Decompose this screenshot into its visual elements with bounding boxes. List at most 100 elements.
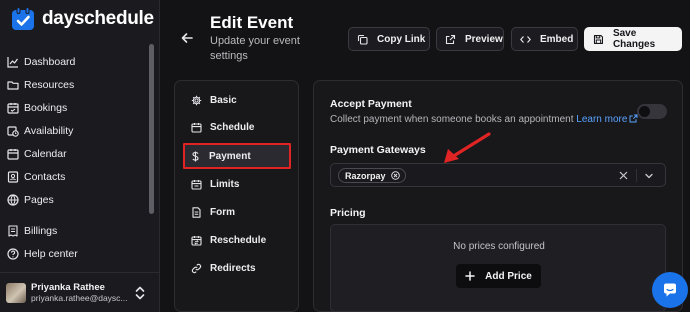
payment-gateways-label: Payment Gateways xyxy=(330,144,426,156)
globe-icon xyxy=(7,193,19,206)
dollar-icon xyxy=(192,151,199,161)
save-icon xyxy=(593,34,604,44)
copy-link-button[interactable]: Copy Link xyxy=(348,27,430,51)
section-tab-payment[interactable]: Payment xyxy=(183,143,291,169)
add-price-label: Add Price xyxy=(485,270,532,282)
accept-payment-title: Accept Payment xyxy=(330,98,412,110)
nav-divider xyxy=(6,211,146,219)
section-tab-schedule[interactable]: Schedule xyxy=(185,117,290,137)
calendar-check-logo-icon xyxy=(12,7,34,30)
user-menu[interactable]: Priyanka Rathee priyanka.rathee@daysc... xyxy=(0,272,159,312)
brand[interactable]: dayschedule xyxy=(10,6,154,32)
sidebar-scrollbar[interactable] xyxy=(149,44,154,214)
toggle-knob xyxy=(639,106,650,117)
sidebar-item-billings[interactable]: Billings xyxy=(6,219,146,242)
arrow-left-icon[interactable] xyxy=(180,31,194,45)
copy-icon xyxy=(357,34,368,45)
sidebar-item-resources[interactable]: Resources xyxy=(6,73,146,96)
learn-more-link[interactable]: Learn more xyxy=(576,114,638,125)
sidebar-item-label: Pages xyxy=(24,193,54,206)
preview-label: Preview xyxy=(465,33,503,45)
sidebar-item-label: Resources xyxy=(24,78,75,91)
section-tab-label: Basic xyxy=(210,94,237,106)
brand-name: dayschedule xyxy=(42,8,154,29)
preview-button[interactable]: Preview xyxy=(436,27,504,51)
embed-label: Embed xyxy=(540,33,574,45)
calendar-refresh-icon xyxy=(191,235,202,246)
section-tab-label: Form xyxy=(210,206,235,218)
clear-icon[interactable] xyxy=(619,171,628,180)
copy-link-label: Copy Link xyxy=(377,33,426,45)
section-tab-basic[interactable]: Basic xyxy=(185,90,290,110)
chat-launcher-button[interactable] xyxy=(652,272,688,308)
no-prices-text: No prices configured xyxy=(453,241,545,252)
pricing-box: No prices configured Add Price xyxy=(330,224,666,312)
link-icon xyxy=(191,263,202,273)
section-tab-limits[interactable]: Limits xyxy=(185,174,290,194)
payment-gateways-select[interactable]: Razorpay xyxy=(330,163,666,187)
calendar-icon xyxy=(7,148,19,160)
section-tab-reschedule[interactable]: Reschedule xyxy=(185,230,290,250)
sidebar-item-label: Availability xyxy=(24,124,74,137)
section-tab-label: Redirects xyxy=(210,262,256,274)
remove-chip-icon[interactable] xyxy=(390,171,400,180)
sidebar-item-availability[interactable]: Availability xyxy=(6,119,146,142)
pricing-label: Pricing xyxy=(330,207,366,219)
help-circle-icon xyxy=(7,247,19,260)
form-icon xyxy=(192,206,201,218)
sidebar-item-label: Contacts xyxy=(24,170,66,183)
chevron-up-down-icon[interactable] xyxy=(133,285,147,301)
calendar-limit-icon xyxy=(191,179,202,190)
calendar-icon xyxy=(191,122,202,133)
plus-icon xyxy=(465,271,475,281)
sidebar: dayschedule Dashboard Resources Bookings… xyxy=(0,0,160,312)
sidebar-item-bookings[interactable]: Bookings xyxy=(6,96,146,119)
sidebar-item-calendar[interactable]: Calendar xyxy=(6,142,146,165)
chevron-down-icon[interactable] xyxy=(644,171,654,181)
sidebar-item-label: Bookings xyxy=(24,101,68,114)
folder-icon xyxy=(7,80,19,90)
sidebar-item-label: Help center xyxy=(24,247,78,260)
learn-more-label: Learn more xyxy=(576,114,628,125)
add-price-button[interactable]: Add Price xyxy=(456,264,541,288)
calendar-clock-icon xyxy=(7,125,19,137)
accept-payment-desc-text: Collect payment when someone books an ap… xyxy=(330,114,574,125)
sidebar-item-label: Calendar xyxy=(24,147,67,160)
sidebar-item-help-center[interactable]: Help center xyxy=(6,242,146,265)
embed-button[interactable]: Embed xyxy=(511,27,578,51)
external-link-icon xyxy=(445,34,456,44)
section-tab-form[interactable]: Form xyxy=(185,202,290,222)
code-icon xyxy=(520,35,531,43)
sidebar-item-contacts[interactable]: Contacts xyxy=(6,165,146,188)
gateway-chip-label: Razorpay xyxy=(345,170,386,181)
sidebar-item-pages[interactable]: Pages xyxy=(6,188,146,211)
select-divider xyxy=(636,169,637,182)
contacts-icon xyxy=(7,170,19,183)
external-link-icon xyxy=(629,114,638,123)
section-tab-label: Payment xyxy=(209,150,251,162)
gateway-chip: Razorpay xyxy=(338,168,406,183)
user-info: Priyanka Rathee priyanka.rathee@daysc... xyxy=(31,282,131,303)
calendar-check-icon xyxy=(7,102,19,114)
avatar xyxy=(6,282,26,303)
save-changes-label: Save Changes xyxy=(612,28,656,50)
annotation-arrow-icon xyxy=(444,132,491,163)
chart-line-icon xyxy=(7,56,18,68)
section-tab-label: Reschedule xyxy=(210,234,267,246)
save-changes-button[interactable]: Save Changes xyxy=(584,27,682,51)
gear-icon xyxy=(191,95,202,105)
accept-payment-description: Collect payment when someone books an ap… xyxy=(330,114,638,125)
sidebar-item-label: Dashboard xyxy=(24,55,76,68)
sidebar-nav: Dashboard Resources Bookings Availabilit… xyxy=(6,50,146,265)
page-title: Edit Event xyxy=(210,13,294,32)
sidebar-item-dashboard[interactable]: Dashboard xyxy=(6,50,146,73)
event-section-nav: Basic Schedule Payment Limits Form Resch… xyxy=(174,80,299,312)
user-email: priyanka.rathee@daysc... xyxy=(31,293,128,303)
sidebar-item-label: Billings xyxy=(24,224,58,237)
user-name: Priyanka Rathee xyxy=(31,282,105,293)
page-subtitle: Update your event settings xyxy=(210,35,300,62)
section-tab-redirects[interactable]: Redirects xyxy=(185,258,290,278)
accept-payment-toggle[interactable] xyxy=(637,104,667,119)
section-tab-label: Limits xyxy=(210,178,240,190)
section-tab-label: Schedule xyxy=(210,121,255,133)
